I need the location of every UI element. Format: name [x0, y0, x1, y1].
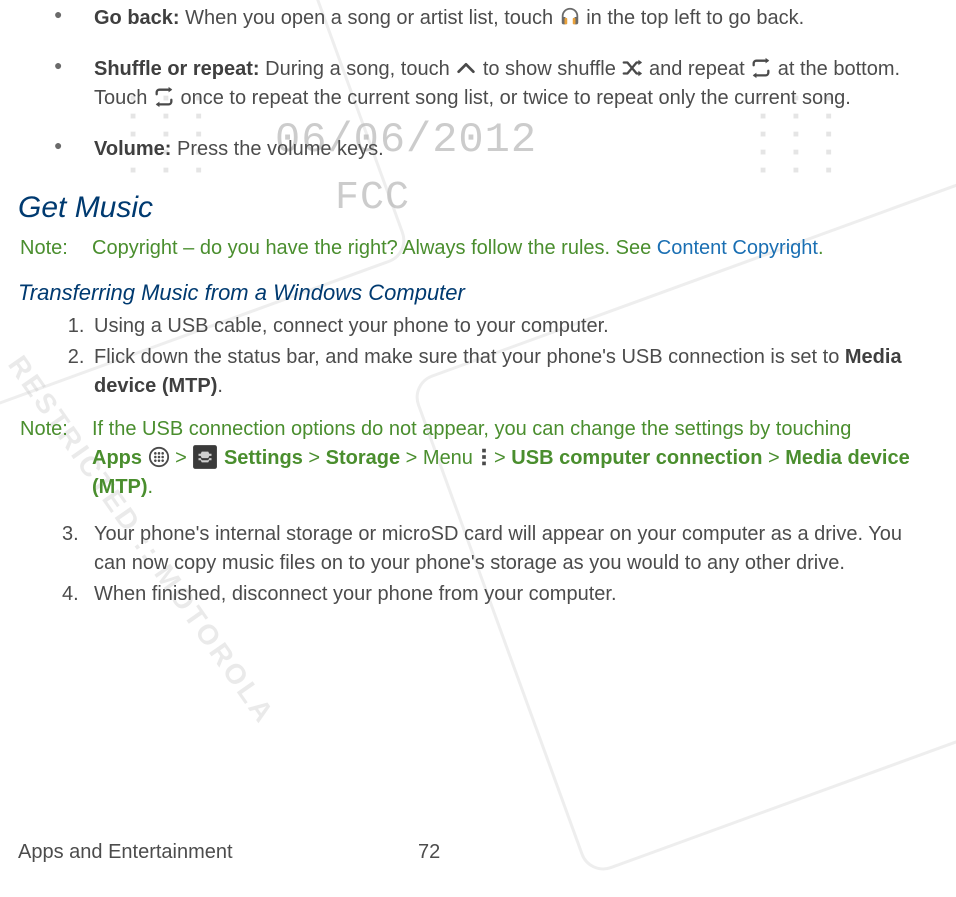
tip-go-back: Go back: When you open a song or artist … [72, 4, 938, 33]
tip-shuffle-repeat: Shuffle or repeat: During a song, touch … [72, 55, 938, 113]
note-usb: Note: If the USB connection options do n… [18, 415, 938, 502]
path-apps: Apps [92, 447, 142, 469]
shuffle-icon [621, 57, 643, 79]
steps-list-a: Using a USB cable, connect your phone to… [18, 312, 938, 401]
step-1: Using a USB cable, connect your phone to… [90, 312, 938, 341]
footer-section: Apps and Entertainment [18, 841, 233, 863]
text: Using a USB cable, connect your phone to… [94, 315, 609, 337]
text: once to repeat the current song list, or… [175, 87, 851, 109]
text: When finished, disconnect your phone fro… [94, 583, 617, 605]
repeat-icon [750, 57, 772, 79]
text: Copyright – do you have the right? Alway… [92, 237, 657, 259]
note-label: Note: [18, 415, 80, 502]
path-settings: Settings [224, 447, 303, 469]
footer-page-number: 72 [418, 838, 440, 867]
tip-title: Volume: [94, 138, 171, 160]
note-label: Note: [18, 234, 80, 263]
text: During a song, touch [260, 58, 456, 80]
tip-title: Go back: [94, 7, 180, 29]
chevron-up-icon [455, 57, 477, 79]
step-4: When finished, disconnect your phone fro… [90, 580, 938, 609]
tips-list: Go back: When you open a song or artist … [18, 4, 938, 164]
sep: > [489, 447, 512, 469]
text: If the USB connection options do not app… [92, 418, 851, 440]
repeat-icon [153, 86, 175, 108]
steps-list-b: Your phone's internal storage or microSD… [18, 520, 938, 609]
text: to show shuffle [477, 58, 621, 80]
note-body: Copyright – do you have the right? Alway… [80, 234, 938, 263]
apps-circle-icon [148, 446, 170, 468]
link-content-copyright[interactable]: Content Copyright [657, 237, 818, 259]
text: . [148, 476, 154, 498]
path-usb: USB computer connection [511, 447, 762, 469]
sep: > [175, 447, 192, 469]
text: > Menu [400, 447, 478, 469]
heading-transferring: Transferring Music from a Windows Comput… [18, 277, 938, 309]
path-storage: Storage [326, 447, 400, 469]
text: . [818, 237, 824, 259]
settings-tile-icon [192, 444, 218, 470]
text: Flick down the status bar, and make sure… [94, 346, 845, 368]
text: in the top left to go back. [581, 7, 804, 29]
note-copyright: Note: Copyright – do you have the right?… [18, 234, 938, 263]
step-2: Flick down the status bar, and make sure… [90, 343, 938, 401]
menu-dots-icon [479, 446, 489, 468]
tip-volume: Volume: Press the volume keys. [72, 135, 938, 164]
headphones-icon [559, 6, 581, 28]
text: Your phone's internal storage or microSD… [94, 523, 902, 574]
text: and repeat [643, 58, 750, 80]
text: Press the volume keys. [171, 138, 383, 160]
text: . [217, 375, 223, 397]
page-footer: Apps and Entertainment 72 [18, 838, 938, 867]
page-content: Go back: When you open a song or artist … [0, 0, 956, 609]
sep: > [762, 447, 785, 469]
note-body: If the USB connection options do not app… [80, 415, 938, 502]
heading-get-music: Get Music [18, 186, 938, 230]
text: When you open a song or artist list, tou… [180, 7, 559, 29]
tip-title: Shuffle or repeat: [94, 58, 260, 80]
sep: > [303, 447, 326, 469]
step-3: Your phone's internal storage or microSD… [90, 520, 938, 578]
